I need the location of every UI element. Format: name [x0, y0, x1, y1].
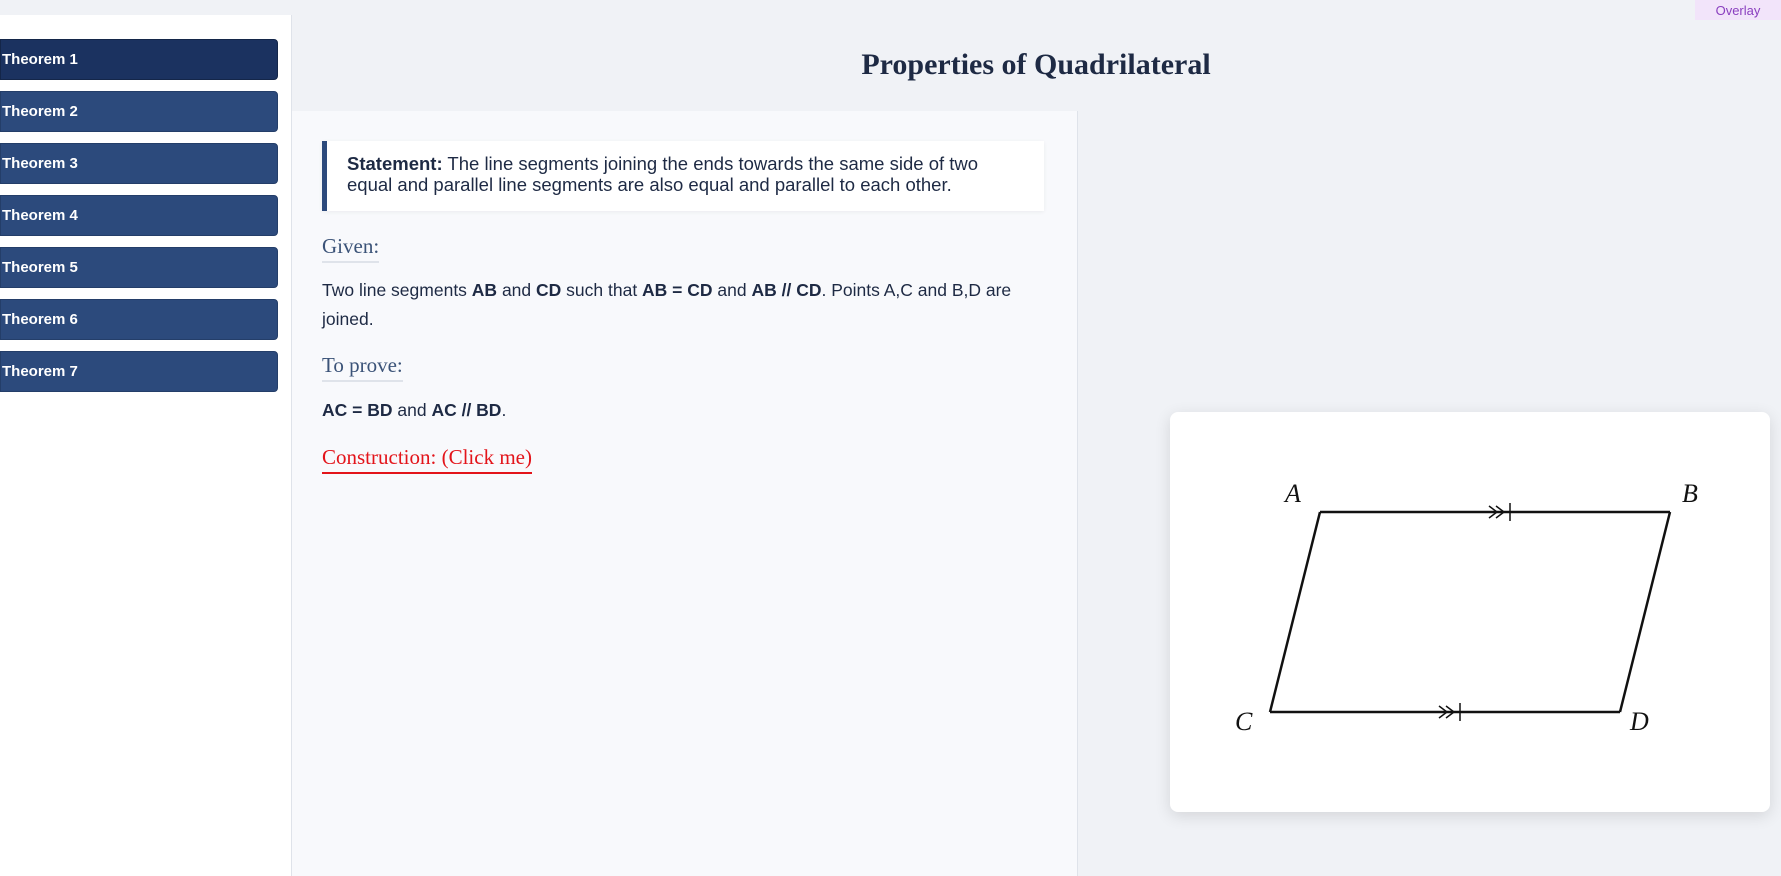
emphasis-text: AC // BD — [431, 400, 502, 420]
quadrilateral-diagram: A B C D — [1235, 479, 1698, 736]
plain-text: and — [392, 400, 432, 420]
given-heading: Given: — [322, 234, 380, 263]
sidebar-item-theorem-5[interactable]: Theorem 5 — [0, 247, 278, 288]
emphasis-text: AC = BD — [322, 400, 393, 420]
emphasis-text: CD — [536, 280, 562, 300]
page-title: Properties of Quadrilateral — [861, 48, 1211, 81]
to-prove-heading: To prove: — [322, 353, 403, 382]
sidebar-item-theorem-2[interactable]: Theorem 2 — [0, 91, 278, 132]
theorem-content-panel: Statement: The line segments joining the… — [292, 111, 1078, 876]
plain-text: and — [712, 280, 752, 300]
sidebar-item-theorem-7[interactable]: Theorem 7 — [0, 351, 278, 392]
sidebar-item-theorem-1[interactable]: Theorem 1 — [0, 39, 278, 80]
sidebar: Theorem 1 Theorem 2 Theorem 3 Theorem 4 … — [0, 15, 292, 876]
to-prove-text: AC = BD and AC // BD. — [322, 396, 1052, 425]
diagram-card: A B C D — [1170, 412, 1770, 812]
vertex-label-b: B — [1682, 479, 1698, 508]
construction-link[interactable]: Construction: (Click me) — [322, 445, 532, 474]
sidebar-item-theorem-3[interactable]: Theorem 3 — [0, 143, 278, 184]
vertex-label-c: C — [1235, 707, 1253, 736]
plain-text: Two line segments — [322, 280, 472, 300]
plain-text: and — [497, 280, 537, 300]
emphasis-text: AB = CD — [642, 280, 713, 300]
plain-text: . — [501, 400, 507, 420]
sidebar-item-theorem-4[interactable]: Theorem 4 — [0, 195, 278, 236]
statement-box: Statement: The line segments joining the… — [322, 141, 1044, 211]
emphasis-text: AB // CD — [751, 280, 822, 300]
sidebar-item-theorem-6[interactable]: Theorem 6 — [0, 299, 278, 340]
plain-text: such that — [561, 280, 643, 300]
segment-bd — [1618, 511, 1672, 713]
vertex-label-a: A — [1283, 479, 1301, 508]
given-text: Two line segments AB and CD such that AB… — [322, 276, 1052, 334]
emphasis-text: AB — [471, 280, 498, 300]
vertex-label-d: D — [1629, 707, 1649, 736]
statement-label: Statement: — [347, 153, 443, 174]
segment-ac — [1268, 511, 1322, 713]
overlay-button[interactable]: Overlay — [1695, 0, 1781, 20]
